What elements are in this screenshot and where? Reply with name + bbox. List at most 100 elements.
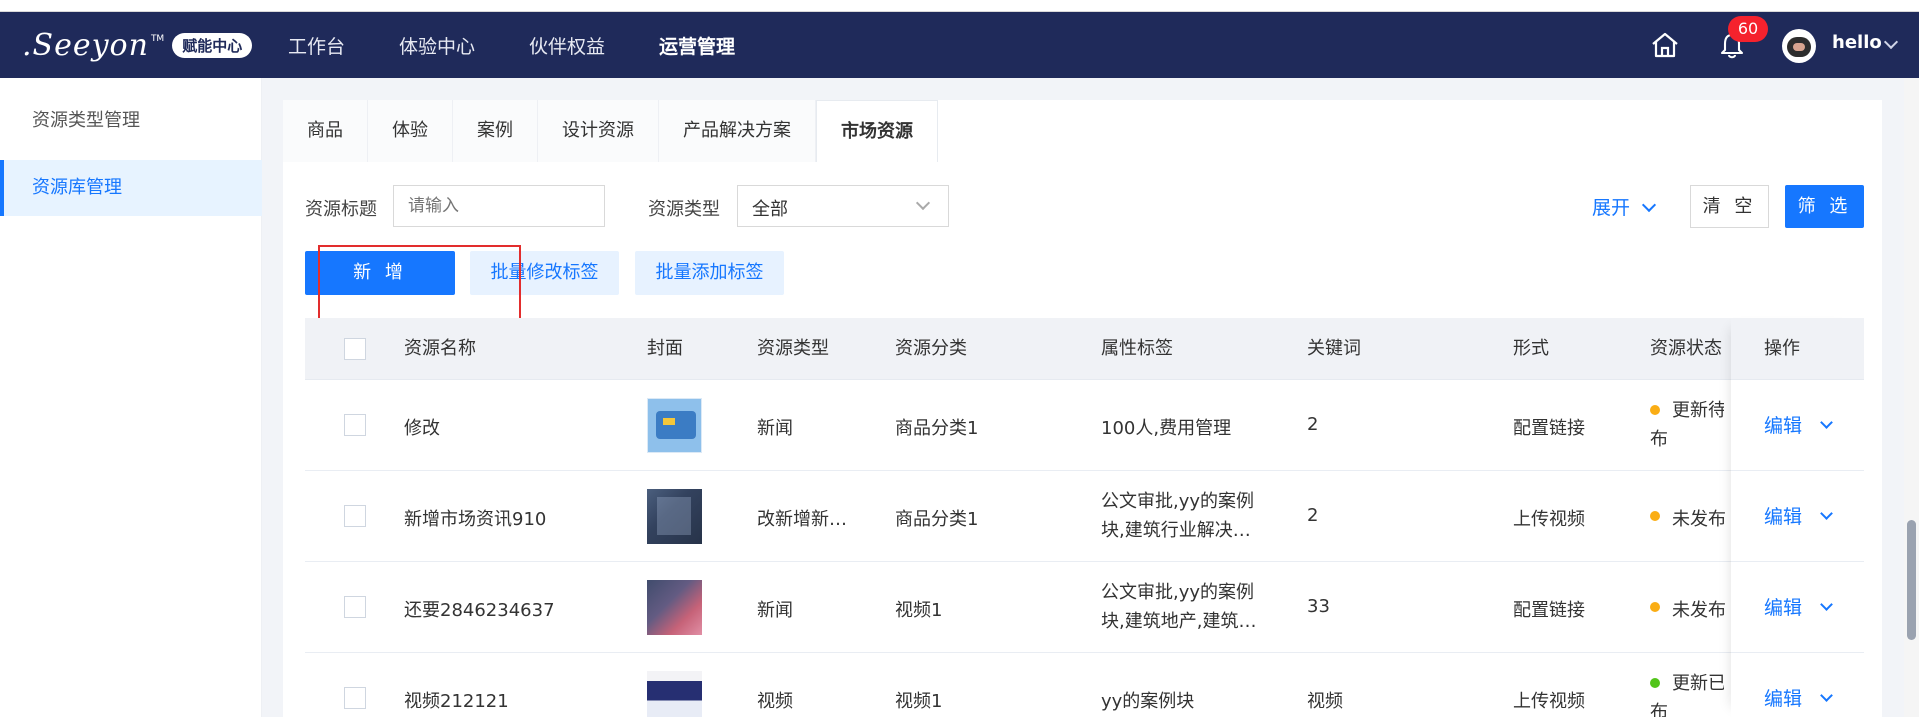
format-value: 上传视频 bbox=[1513, 509, 1585, 530]
edit-link[interactable]: 编辑 bbox=[1764, 684, 1802, 711]
status-text-line-1: 更新已 bbox=[1672, 673, 1724, 694]
seeyon-logo[interactable]: .Seeyon TM 赋能中心 bbox=[22, 27, 253, 63]
row-checkbox[interactable] bbox=[344, 414, 366, 436]
column-resource-type: 资源类型 bbox=[757, 338, 829, 359]
column-resource-category: 资源分类 bbox=[895, 338, 967, 359]
resource-category-value: 商品分类1 bbox=[895, 509, 979, 530]
status-dot bbox=[1650, 678, 1660, 688]
fixed-actions-column: 操作 编辑 编辑 编辑 编辑 bbox=[1731, 318, 1864, 717]
tab-product-solutions[interactable]: 产品解决方案 bbox=[659, 100, 816, 162]
keywords-value: 33 bbox=[1307, 596, 1330, 617]
row-checkbox[interactable] bbox=[344, 596, 366, 618]
actions-header-cell: 操作 bbox=[1731, 318, 1864, 380]
format-value: 配置链接 bbox=[1513, 600, 1585, 621]
status-dot bbox=[1650, 511, 1660, 521]
table-row: 视频212121 视频 视频1 yy的案例块 视频 上传视频 更新已 布 bbox=[305, 653, 1864, 717]
tab-cases[interactable]: 案例 bbox=[453, 100, 538, 162]
resource-type-selected-value: 全部 bbox=[752, 199, 788, 220]
row-checkbox[interactable] bbox=[344, 687, 366, 709]
edit-link[interactable]: 编辑 bbox=[1764, 593, 1802, 620]
top-navbar: .Seeyon TM 赋能中心 工作台 体验中心 伙伴权益 运营管理 60 he… bbox=[0, 12, 1919, 78]
browser-top-border bbox=[0, 0, 1919, 12]
resource-type-value: 新闻 bbox=[757, 418, 793, 439]
column-resource-name: 资源名称 bbox=[404, 338, 476, 359]
property-tags-value: yy的案例块 bbox=[1101, 691, 1195, 712]
vertical-scrollbar-thumb[interactable] bbox=[1907, 520, 1916, 640]
format-value: 上传视频 bbox=[1513, 691, 1585, 712]
column-actions: 操作 bbox=[1764, 338, 1800, 359]
nav-item-experience-center[interactable]: 体验中心 bbox=[399, 32, 475, 59]
resource-type-value: 改新增新… bbox=[757, 509, 847, 530]
resource-tabs: 商品 体验 案例 设计资源 产品解决方案 市场资源 bbox=[283, 100, 938, 162]
resource-table: 资源名称 封面 资源类型 资源分类 属性标签 关键词 形式 资源状态 修改 新闻… bbox=[305, 318, 1864, 717]
status-text: 未发布 bbox=[1672, 600, 1726, 621]
expand-filters-link[interactable]: 展开 bbox=[1592, 193, 1630, 220]
chevron-down-icon[interactable] bbox=[1820, 689, 1833, 702]
select-all-checkbox[interactable] bbox=[344, 338, 366, 360]
status-text-line-1: 更新待 bbox=[1672, 400, 1724, 421]
resource-title-label: 资源标题 bbox=[305, 199, 377, 220]
sidebar-item-resource-type-management[interactable]: 资源类型管理 bbox=[0, 93, 262, 149]
column-format: 形式 bbox=[1513, 338, 1549, 359]
tab-experience[interactable]: 体验 bbox=[368, 100, 453, 162]
resource-type-select[interactable]: 全部 bbox=[737, 185, 949, 227]
logo-trademark: TM bbox=[150, 34, 165, 44]
table-header: 资源名称 封面 资源类型 资源分类 属性标签 关键词 形式 资源状态 bbox=[305, 318, 1864, 380]
actions-row: 编辑 bbox=[1731, 471, 1864, 562]
sidebar-item-resource-library-management[interactable]: 资源库管理 bbox=[0, 160, 262, 216]
chevron-down-icon[interactable] bbox=[1883, 34, 1899, 50]
table-row: 还要2846234637 新闻 视频1 公文审批,yy的案例 块,建筑地产,建筑… bbox=[305, 562, 1864, 653]
sidebar: 资源类型管理 资源库管理 bbox=[0, 78, 262, 717]
tab-market-resources[interactable]: 市场资源 bbox=[816, 100, 938, 162]
resource-name: 还要2846234637 bbox=[404, 600, 555, 621]
resource-title-input-wrapper[interactable] bbox=[393, 185, 605, 227]
resource-type-value: 视频 bbox=[757, 691, 793, 712]
nav-item-workbench[interactable]: 工作台 bbox=[288, 32, 345, 59]
property-tags-value-line-1: 公文审批,yy的案例 bbox=[1101, 582, 1255, 603]
screen-cover-image[interactable] bbox=[647, 671, 702, 717]
column-resource-status: 资源状态 bbox=[1650, 338, 1722, 359]
filter-button[interactable]: 筛 选 bbox=[1785, 185, 1864, 228]
username[interactable]: hello bbox=[1832, 32, 1882, 53]
main-navigation: 工作台 体验中心 伙伴权益 运营管理 bbox=[288, 12, 789, 78]
edit-link[interactable]: 编辑 bbox=[1764, 502, 1802, 529]
status-text-line-2: 布 bbox=[1650, 429, 1668, 450]
actions-row: 编辑 bbox=[1731, 653, 1864, 717]
chevron-down-icon[interactable] bbox=[1820, 507, 1833, 520]
edit-link[interactable]: 编辑 bbox=[1764, 411, 1802, 438]
tab-design-resources[interactable]: 设计资源 bbox=[538, 100, 659, 162]
batch-add-tags-button[interactable]: 批量添加标签 bbox=[635, 251, 784, 295]
status-text: 未发布 bbox=[1672, 509, 1726, 530]
clear-button[interactable]: 清 空 bbox=[1690, 185, 1769, 228]
row-checkbox[interactable] bbox=[344, 505, 366, 527]
nav-item-partner-rights[interactable]: 伙伴权益 bbox=[529, 32, 605, 59]
chevron-down-icon bbox=[915, 195, 931, 211]
status-dot bbox=[1650, 405, 1660, 415]
baby-cover-image[interactable] bbox=[647, 580, 702, 635]
resource-name: 新增市场资讯910 bbox=[404, 509, 547, 530]
property-tags-value-line-1: 公文审批,yy的案例 bbox=[1101, 491, 1255, 512]
column-property-tags: 属性标签 bbox=[1101, 338, 1173, 359]
nav-item-operations[interactable]: 运营管理 bbox=[659, 32, 735, 59]
resource-category-value: 视频1 bbox=[895, 600, 943, 621]
resource-title-input[interactable] bbox=[394, 186, 604, 226]
resource-type-value: 新闻 bbox=[757, 600, 793, 621]
chevron-down-icon[interactable] bbox=[1820, 598, 1833, 611]
table-row: 新增市场资讯910 改新增新… 商品分类1 公文审批,yy的案例 块,建筑行业解… bbox=[305, 471, 1864, 562]
property-tags-value-line-2: 块,建筑地产,建筑… bbox=[1101, 611, 1257, 632]
column-cover: 封面 bbox=[647, 338, 683, 359]
chevron-down-icon[interactable] bbox=[1820, 416, 1833, 429]
property-tags-value-line-2: 块,建筑行业解决… bbox=[1101, 520, 1251, 541]
keywords-value: 2 bbox=[1307, 414, 1319, 435]
denim-cover-image[interactable] bbox=[647, 489, 702, 544]
resource-name: 视频212121 bbox=[404, 691, 509, 712]
actions-row: 编辑 bbox=[1731, 562, 1864, 653]
actions-row: 编辑 bbox=[1731, 380, 1864, 471]
tab-products[interactable]: 商品 bbox=[283, 100, 368, 162]
logo-text: .Seeyon bbox=[22, 27, 149, 63]
avatar[interactable] bbox=[1782, 29, 1816, 63]
home-icon[interactable] bbox=[1650, 31, 1680, 59]
resource-category-value: 商品分类1 bbox=[895, 418, 979, 439]
card-cover-image[interactable] bbox=[647, 398, 702, 453]
column-keywords: 关键词 bbox=[1307, 338, 1361, 359]
